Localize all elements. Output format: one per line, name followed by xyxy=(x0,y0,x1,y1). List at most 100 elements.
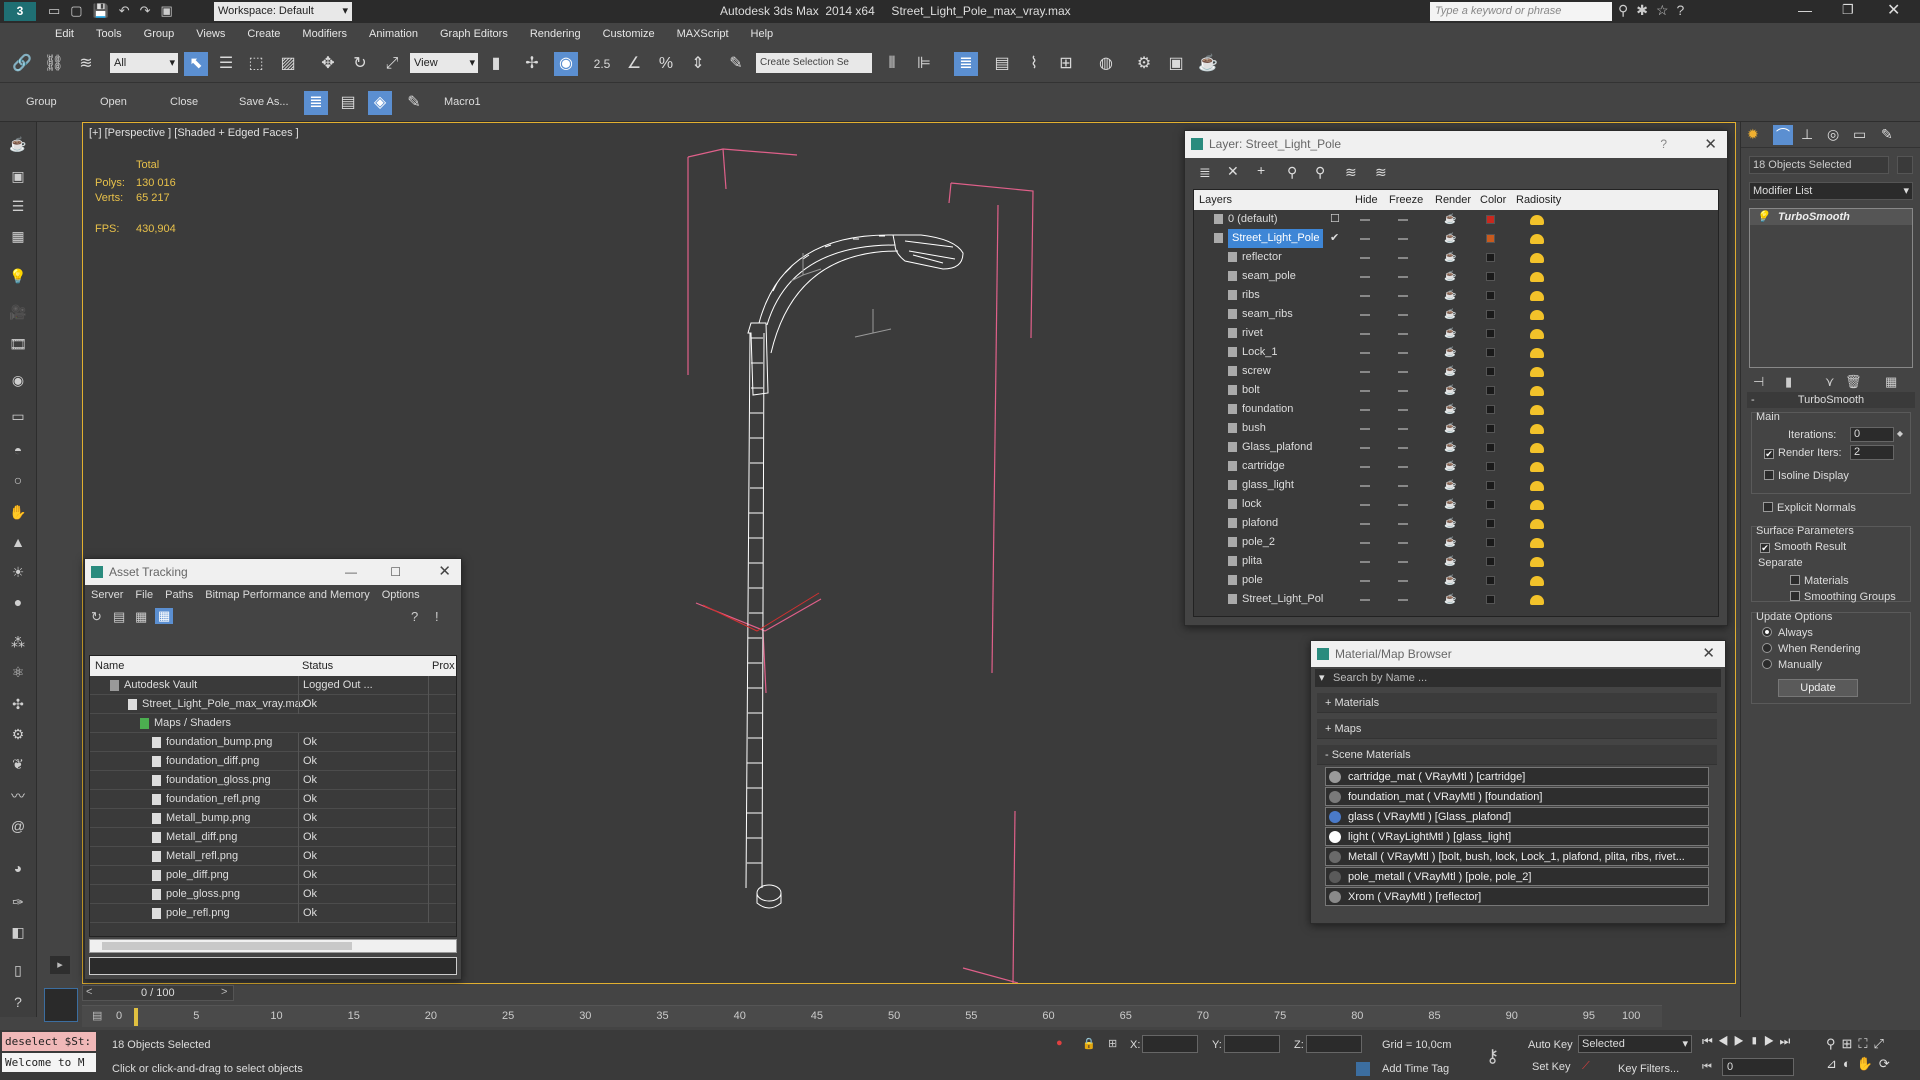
col-color[interactable]: Color xyxy=(1480,190,1506,210)
col-hide[interactable]: Hide xyxy=(1355,190,1378,210)
col-layers[interactable]: Layers xyxy=(1199,190,1232,210)
percent-snap-icon[interactable]: % xyxy=(654,52,678,76)
help-button[interactable]: ? xyxy=(1660,131,1667,158)
add-time-tag[interactable]: Add Time Tag xyxy=(1382,1063,1449,1075)
help-icon[interactable]: ? xyxy=(7,992,29,1012)
layer-name[interactable]: glass_light xyxy=(1242,476,1294,495)
absolute-mode-icon[interactable]: ⊞ xyxy=(1108,1037,1117,1050)
globe-icon[interactable]: ◉ xyxy=(7,370,29,390)
infocenter-icons[interactable]: ⚲✱☆? xyxy=(1618,2,1692,19)
key-mode-dropdown[interactable]: Selected ▾ xyxy=(1578,1035,1692,1053)
isoline-checkbox[interactable] xyxy=(1764,470,1779,482)
hide-toggle[interactable] xyxy=(1360,257,1370,259)
hide-toggle[interactable] xyxy=(1360,390,1370,392)
ball-icon[interactable]: ● xyxy=(7,592,29,612)
radiosity-icon[interactable] xyxy=(1530,519,1544,529)
render-teapot-icon[interactable]: ☕ xyxy=(1444,419,1456,438)
layer-row[interactable]: Street_Light_Pol ☕ xyxy=(1194,590,1718,609)
layer-color-swatch[interactable] xyxy=(1486,500,1495,509)
hide-toggle[interactable] xyxy=(1360,314,1370,316)
dome-icon[interactable]: ◓ xyxy=(7,440,29,460)
layer-color-swatch[interactable] xyxy=(1486,405,1495,414)
camera-icon[interactable]: 🎥 xyxy=(7,302,29,322)
refresh-icon[interactable]: ↻ xyxy=(91,609,102,625)
scene-explorer-icon[interactable]: ▤ xyxy=(336,91,360,115)
layer-name[interactable]: Street_Light_Pole xyxy=(1228,229,1324,248)
lightbulb-icon[interactable]: 💡 xyxy=(1756,209,1770,225)
ribbon-group-button[interactable]: Group xyxy=(26,96,57,108)
render-teapot-icon[interactable]: ☕ xyxy=(1444,343,1456,362)
radiosity-icon[interactable] xyxy=(1530,234,1544,244)
menu-paths[interactable]: Paths xyxy=(165,589,193,601)
layer-color-swatch[interactable] xyxy=(1486,310,1495,319)
snap-toggle-icon[interactable]: 2.5 xyxy=(590,52,614,76)
hide-toggle[interactable] xyxy=(1360,504,1370,506)
current-layer-box-icon[interactable]: ☐ xyxy=(1330,210,1340,229)
hide-toggle[interactable] xyxy=(1360,219,1370,221)
freeze-toggle[interactable] xyxy=(1398,409,1408,411)
col-radiosity[interactable]: Radiosity xyxy=(1516,190,1561,210)
key-icon[interactable]: ⚷ xyxy=(1486,1046,1499,1067)
menu-tools[interactable]: Tools xyxy=(85,23,133,45)
layer-name[interactable]: lock xyxy=(1242,495,1262,514)
warp-icon[interactable]: ✣ xyxy=(7,694,29,714)
move-icon[interactable]: ✥ xyxy=(316,52,340,76)
menu-file[interactable]: File xyxy=(135,589,153,601)
display-tab-icon[interactable]: ▭ xyxy=(1853,126,1866,143)
modifier-list-dropdown[interactable]: Modifier List ▾ xyxy=(1749,182,1913,200)
layer-row[interactable]: glass_light ☕ xyxy=(1194,476,1718,495)
sphere-icon[interactable]: ○ xyxy=(7,470,29,490)
x-coordinate-field[interactable] xyxy=(1142,1035,1198,1053)
selection-name-field[interactable]: 18 Objects Selected xyxy=(1749,156,1889,174)
make-unique-icon[interactable]: ⋎ xyxy=(1825,374,1835,390)
rotate-icon[interactable]: ↻ xyxy=(348,52,372,76)
motion-tab-icon[interactable]: ◎ xyxy=(1827,126,1839,143)
layer-row[interactable]: seam_pole ☕ xyxy=(1194,267,1718,286)
mirror-icon[interactable]: ⫴ xyxy=(880,52,904,76)
layer-name[interactable]: cartridge xyxy=(1242,457,1285,476)
layer-name[interactable]: seam_pole xyxy=(1242,267,1296,286)
current-frame-field[interactable]: 0 xyxy=(1722,1058,1794,1076)
table-view-icon[interactable]: ▦ xyxy=(135,609,147,625)
radiosity-icon[interactable] xyxy=(1530,557,1544,567)
material-row[interactable]: pole_metall ( VRayMtl ) [pole, pole_2] xyxy=(1325,867,1709,886)
freeze-toggle[interactable] xyxy=(1398,580,1408,582)
layer-row[interactable]: ribs ☕ xyxy=(1194,286,1718,305)
col-render[interactable]: Render xyxy=(1435,190,1471,210)
maximize-icon[interactable]: ☐ xyxy=(390,559,401,585)
viewport-thumb[interactable] xyxy=(44,988,78,1022)
asset-row[interactable]: Maps / Shaders xyxy=(90,714,456,733)
update-button[interactable]: Update xyxy=(1778,679,1858,697)
col-status[interactable]: Status xyxy=(302,656,333,676)
freeze-toggle[interactable] xyxy=(1398,219,1408,221)
show-end-result-icon[interactable]: ▮ xyxy=(1785,374,1792,390)
pivot-center-icon[interactable]: ▮ xyxy=(484,52,508,76)
time-slider[interactable]: < 0 / 100 > xyxy=(82,985,234,1001)
minimize-button[interactable]: — xyxy=(1798,2,1812,18)
menu-server[interactable]: Server xyxy=(91,589,123,601)
materials-checkbox[interactable] xyxy=(1790,575,1805,587)
layer-color-swatch[interactable] xyxy=(1486,443,1495,452)
layer-color-swatch[interactable] xyxy=(1486,348,1495,357)
help-icon[interactable]: ? xyxy=(411,609,418,624)
set-key-button[interactable]: Set Key xyxy=(1532,1061,1571,1073)
radiosity-icon[interactable] xyxy=(1530,329,1544,339)
hide-toggle[interactable] xyxy=(1360,238,1370,240)
layer-color-swatch[interactable] xyxy=(1486,386,1495,395)
active-layer-check-icon[interactable]: ✔ xyxy=(1330,229,1339,248)
reference-coordinate-dropdown[interactable]: View ▾ xyxy=(410,53,478,73)
curve-editor-toggle-icon[interactable]: ▤ xyxy=(92,1009,102,1022)
render-teapot-icon[interactable]: ☕ xyxy=(1444,590,1456,609)
layer-row[interactable]: bush ☕ xyxy=(1194,419,1718,438)
hide-all-icon[interactable]: ≋ xyxy=(1345,164,1357,181)
z-coordinate-field[interactable] xyxy=(1306,1035,1362,1053)
current-time-marker[interactable] xyxy=(134,1008,138,1026)
when-rendering-radio[interactable] xyxy=(1762,643,1777,655)
menu-edit[interactable]: Edit xyxy=(44,23,85,45)
edit-named-selection-icon[interactable]: ✎ xyxy=(724,52,748,76)
layer-name[interactable]: rivet xyxy=(1242,324,1263,343)
layer-color-swatch[interactable] xyxy=(1486,367,1495,376)
layer-row[interactable]: cartridge ☕ xyxy=(1194,457,1718,476)
track-bar[interactable]: ▤ 0 5 10 15 20 25 30 35 40 45 50 55 60 65 70 75 80 85 90 95… xyxy=(82,1005,1662,1027)
minimize-icon[interactable]: — xyxy=(345,559,357,585)
